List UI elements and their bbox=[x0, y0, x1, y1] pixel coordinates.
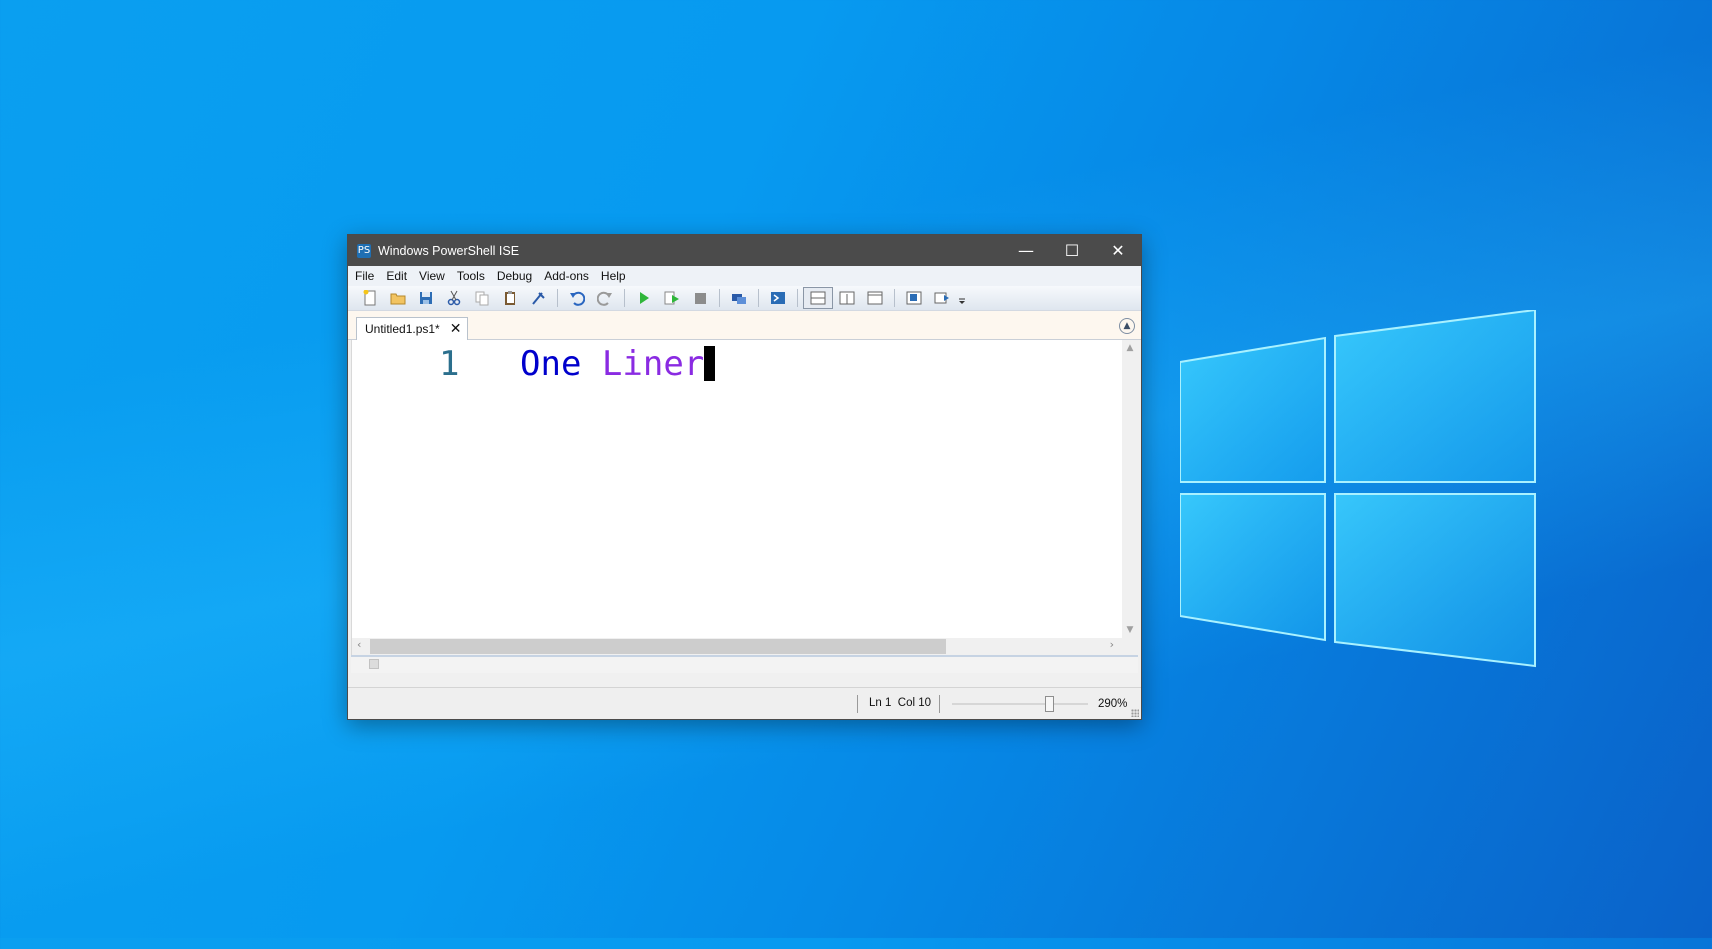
menu-file[interactable]: File bbox=[354, 269, 381, 283]
status-separator bbox=[939, 695, 940, 713]
paste-icon[interactable] bbox=[496, 288, 524, 308]
layout-right-icon[interactable] bbox=[833, 288, 861, 308]
run-selection-icon[interactable] bbox=[658, 288, 686, 308]
horizontal-scrollbar[interactable]: ‹ › bbox=[352, 638, 1122, 655]
menu-view[interactable]: View bbox=[418, 269, 452, 283]
menu-bar: File Edit View Tools Debug Add-ons Help bbox=[348, 266, 1141, 286]
tab-label: Untitled1.ps1* bbox=[365, 322, 440, 336]
tab-untitled1[interactable]: Untitled1.ps1* ✕ bbox=[356, 317, 469, 340]
scroll-up-icon[interactable]: ▲ bbox=[1122, 343, 1138, 353]
powershell-ise-window: PS Windows PowerShell ISE — ☐ ✕ File Edi… bbox=[347, 234, 1142, 720]
menu-add-ons[interactable]: Add-ons bbox=[543, 269, 596, 283]
zoom-slider-track[interactable] bbox=[952, 703, 1088, 705]
clear-console-icon[interactable] bbox=[524, 288, 552, 308]
toolbar-separator bbox=[557, 289, 558, 307]
open-folder-icon[interactable] bbox=[384, 288, 412, 308]
minimize-button[interactable]: — bbox=[1003, 235, 1049, 266]
toolbar-separator bbox=[797, 289, 798, 307]
powershell-console-icon[interactable] bbox=[764, 288, 792, 308]
undo-icon[interactable] bbox=[563, 288, 591, 308]
toolbar-overflow-icon[interactable] bbox=[956, 288, 968, 308]
stop-icon[interactable] bbox=[686, 288, 714, 308]
show-command-icon[interactable] bbox=[900, 288, 928, 308]
horizontal-scroll-thumb[interactable] bbox=[370, 639, 946, 654]
cut-icon[interactable] bbox=[440, 288, 468, 308]
menu-tools[interactable]: Tools bbox=[456, 269, 492, 283]
title-bar[interactable]: PS Windows PowerShell ISE — ☐ ✕ bbox=[348, 235, 1141, 266]
scroll-right-icon[interactable]: › bbox=[1110, 638, 1114, 651]
menu-debug[interactable]: Debug bbox=[496, 269, 539, 283]
script-tab-strip: Untitled1.ps1* ✕ ▲ bbox=[348, 311, 1141, 340]
script-editor[interactable]: 1 One Liner ▲ ▼ ‹ › bbox=[351, 340, 1138, 655]
scroll-down-icon[interactable]: ▼ bbox=[1122, 625, 1138, 635]
toolbar-separator bbox=[624, 289, 625, 307]
save-icon[interactable] bbox=[412, 288, 440, 308]
zoom-slider-thumb[interactable] bbox=[1045, 696, 1054, 712]
toolbar bbox=[348, 286, 1141, 311]
status-separator bbox=[857, 695, 858, 713]
pane-splitter[interactable] bbox=[351, 655, 1138, 673]
tab-close-icon[interactable]: ✕ bbox=[450, 321, 462, 337]
zoom-level: 290% bbox=[1098, 698, 1128, 710]
remote-tab-icon[interactable] bbox=[725, 288, 753, 308]
code-line[interactable]: One Liner bbox=[520, 344, 716, 384]
line-number: 1 bbox=[439, 344, 460, 384]
close-button[interactable]: ✕ bbox=[1095, 235, 1141, 266]
layout-top-icon[interactable] bbox=[803, 287, 833, 309]
layout-max-icon[interactable] bbox=[861, 288, 889, 308]
new-file-icon[interactable] bbox=[356, 288, 384, 308]
window-title: Windows PowerShell ISE bbox=[378, 243, 520, 258]
windows-logo-icon bbox=[1180, 310, 1536, 668]
maximize-button[interactable]: ☐ bbox=[1049, 235, 1095, 266]
toolbar-separator bbox=[894, 289, 895, 307]
powershell-app-icon: PS bbox=[357, 243, 371, 258]
vertical-scrollbar[interactable]: ▲ ▼ bbox=[1122, 340, 1138, 655]
collapse-script-pane-icon[interactable]: ▲ bbox=[1119, 318, 1135, 334]
code-token-command: One bbox=[520, 344, 582, 384]
scroll-left-icon[interactable]: ‹ bbox=[357, 638, 361, 651]
menu-help[interactable]: Help bbox=[600, 269, 633, 283]
splitter-handle[interactable] bbox=[369, 659, 379, 669]
redo-icon[interactable] bbox=[591, 288, 619, 308]
toolbar-separator bbox=[719, 289, 720, 307]
status-bar: Ln 1 Col 10 290% bbox=[348, 687, 1141, 719]
toolbar-separator bbox=[758, 289, 759, 307]
copy-icon[interactable] bbox=[468, 288, 496, 308]
show-addon-icon[interactable] bbox=[928, 288, 956, 308]
cursor-position: Ln 1 Col 10 bbox=[869, 697, 932, 709]
code-token-argument: Liner bbox=[601, 344, 705, 384]
run-icon[interactable] bbox=[630, 288, 658, 308]
menu-edit[interactable]: Edit bbox=[385, 269, 414, 283]
resize-grip[interactable] bbox=[1131, 709, 1139, 717]
text-caret bbox=[704, 346, 716, 381]
